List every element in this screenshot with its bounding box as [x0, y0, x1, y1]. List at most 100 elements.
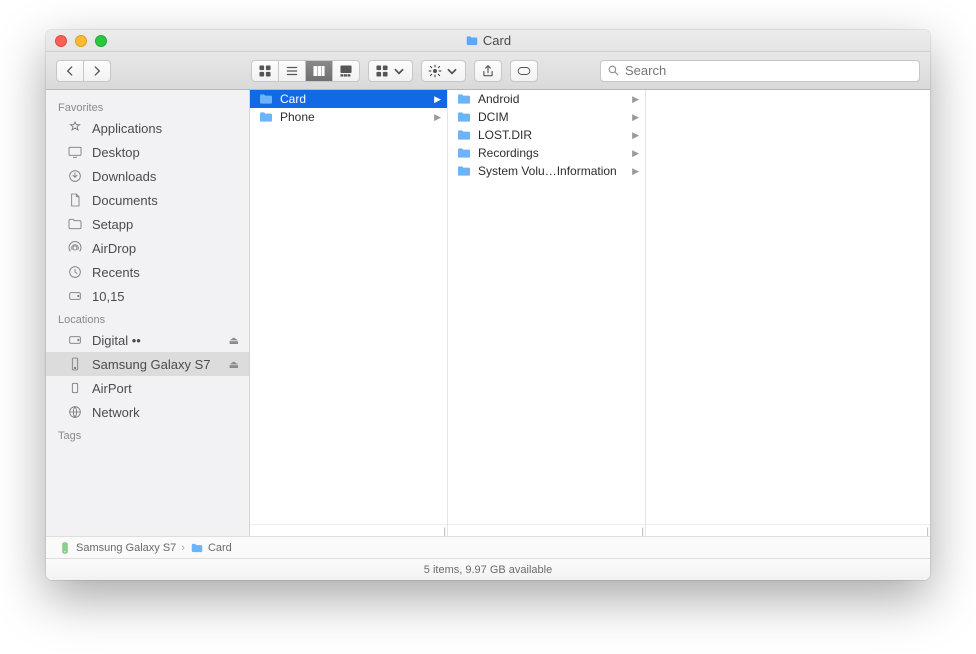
- sidebar-item-10-15[interactable]: 10,15: [46, 284, 249, 308]
- chevron-right-icon: ▶: [632, 148, 639, 159]
- list-item[interactable]: Phone▶: [250, 108, 447, 126]
- folder-icon: [258, 109, 274, 125]
- group-by-button[interactable]: [368, 60, 413, 82]
- view-list-button[interactable]: [279, 61, 306, 81]
- sidebar-item-label: Network: [92, 405, 140, 420]
- status-text: 5 items, 9.97 GB available: [424, 564, 552, 576]
- device-icon: [66, 356, 84, 372]
- path-segment[interactable]: Card: [190, 541, 232, 555]
- sidebar-item-documents[interactable]: Documents: [46, 188, 249, 212]
- column-resize-handle[interactable]: ||: [250, 524, 447, 536]
- sidebar-item-applications[interactable]: Applications: [46, 116, 249, 140]
- view-switcher: [251, 60, 360, 82]
- list-item[interactable]: DCIM▶: [448, 108, 645, 126]
- action-menu-button[interactable]: [421, 60, 466, 82]
- list-item[interactable]: Card▶: [250, 90, 447, 108]
- window-title: Card: [46, 33, 930, 48]
- sidebar-item-airdrop[interactable]: AirDrop: [46, 236, 249, 260]
- list-icon: [285, 64, 299, 78]
- disk-icon: [66, 288, 84, 304]
- column-list[interactable]: [646, 90, 930, 524]
- sidebar-item-network[interactable]: Network: [46, 400, 249, 424]
- search-input[interactable]: [625, 63, 913, 78]
- folder-blue-icon: [456, 163, 472, 179]
- sidebar-item-downloads[interactable]: Downloads: [46, 164, 249, 188]
- sidebar-item-samsung-galaxy-s7[interactable]: Samsung Galaxy S7 ⏏: [46, 352, 249, 376]
- chevron-right-icon: ▶: [632, 94, 639, 105]
- titlebar: Card: [46, 30, 930, 52]
- tags-button[interactable]: [510, 60, 538, 82]
- airport-icon: [66, 380, 84, 396]
- share-button[interactable]: [474, 60, 502, 82]
- folder-blue-icon: [258, 91, 274, 107]
- recents-icon: [66, 264, 84, 280]
- view-icon-button[interactable]: [252, 61, 279, 81]
- folder-icon: [456, 127, 472, 143]
- sidebar-item-digital-[interactable]: Digital •• ⏏: [46, 328, 249, 352]
- sidebar-header: Locations: [46, 308, 249, 328]
- path-bar: Samsung Galaxy S7 › Card: [46, 536, 930, 558]
- list-item-label: Recordings: [478, 146, 637, 160]
- sidebar-item-label: Documents: [92, 193, 158, 208]
- downloads-icon: [66, 168, 84, 184]
- recents-icon: [67, 264, 83, 280]
- folder-icon: [190, 541, 204, 555]
- folder-blue-icon: [456, 91, 472, 107]
- folder-blue-icon: [258, 109, 274, 125]
- body: FavoritesApplicationsDesktopDownloadsDoc…: [46, 90, 930, 536]
- list-item[interactable]: LOST.DIR▶: [448, 126, 645, 144]
- forward-button[interactable]: [84, 61, 110, 81]
- sidebar-item-label: Downloads: [92, 169, 156, 184]
- view-columns-button[interactable]: [306, 61, 333, 81]
- sidebar-item-recents[interactable]: Recents: [46, 260, 249, 284]
- folder-icon: [465, 34, 479, 48]
- back-button[interactable]: [57, 61, 84, 81]
- documents-icon: [67, 192, 83, 208]
- documents-icon: [66, 192, 84, 208]
- chevron-right-icon: ▶: [434, 94, 441, 105]
- sidebar-item-label: 10,15: [92, 289, 125, 304]
- eject-icon[interactable]: ⏏: [229, 358, 239, 371]
- columns-icon: [312, 64, 326, 78]
- sidebar-item-airport[interactable]: AirPort: [46, 376, 249, 400]
- column-list[interactable]: Card▶Phone▶: [250, 90, 447, 524]
- disk-icon: [66, 332, 84, 348]
- sidebar-item-label: AirDrop: [92, 241, 136, 256]
- list-item[interactable]: Recordings▶: [448, 144, 645, 162]
- apps-icon: [67, 120, 83, 136]
- chevron-left-icon: [63, 64, 77, 78]
- column: Android▶DCIM▶LOST.DIR▶Recordings▶System …: [448, 90, 646, 536]
- share-icon: [481, 64, 495, 78]
- column-view: Card▶Phone▶||Android▶DCIM▶LOST.DIR▶Recor…: [250, 90, 930, 536]
- list-item[interactable]: System Volu…Information▶: [448, 162, 645, 180]
- list-item[interactable]: Android▶: [448, 90, 645, 108]
- path-segment-label: Card: [208, 542, 232, 554]
- eject-icon[interactable]: ⏏: [229, 334, 239, 347]
- toolbar: [46, 52, 930, 90]
- column-resize-handle[interactable]: ||: [448, 524, 645, 536]
- folder-icon: [456, 91, 472, 107]
- column-resize-handle[interactable]: ||: [646, 524, 930, 536]
- sidebar-item-label: Samsung Galaxy S7: [92, 357, 211, 372]
- sidebar-item-label: Digital ••: [92, 333, 141, 348]
- airdrop-icon: [66, 240, 84, 256]
- view-gallery-button[interactable]: [333, 61, 359, 81]
- list-item-label: System Volu…Information: [478, 164, 637, 178]
- grid-icon: [258, 64, 272, 78]
- folder-icon: [456, 163, 472, 179]
- search-field[interactable]: [600, 60, 920, 82]
- path-segment[interactable]: Samsung Galaxy S7: [58, 541, 176, 555]
- sidebar-item-desktop[interactable]: Desktop: [46, 140, 249, 164]
- sidebar-item-setapp[interactable]: Setapp: [46, 212, 249, 236]
- desktop-icon: [67, 144, 83, 160]
- column-list[interactable]: Android▶DCIM▶LOST.DIR▶Recordings▶System …: [448, 90, 645, 524]
- device-green-icon: [58, 541, 72, 555]
- search-icon: [607, 64, 620, 77]
- folder-blue-icon: [456, 127, 472, 143]
- sidebar-item-label: Desktop: [92, 145, 140, 160]
- folder-icon: [456, 109, 472, 125]
- path-separator: ›: [181, 542, 185, 554]
- folder-blue-icon: [456, 145, 472, 161]
- gear-icon: [428, 64, 442, 78]
- list-item-label: Android: [478, 92, 637, 106]
